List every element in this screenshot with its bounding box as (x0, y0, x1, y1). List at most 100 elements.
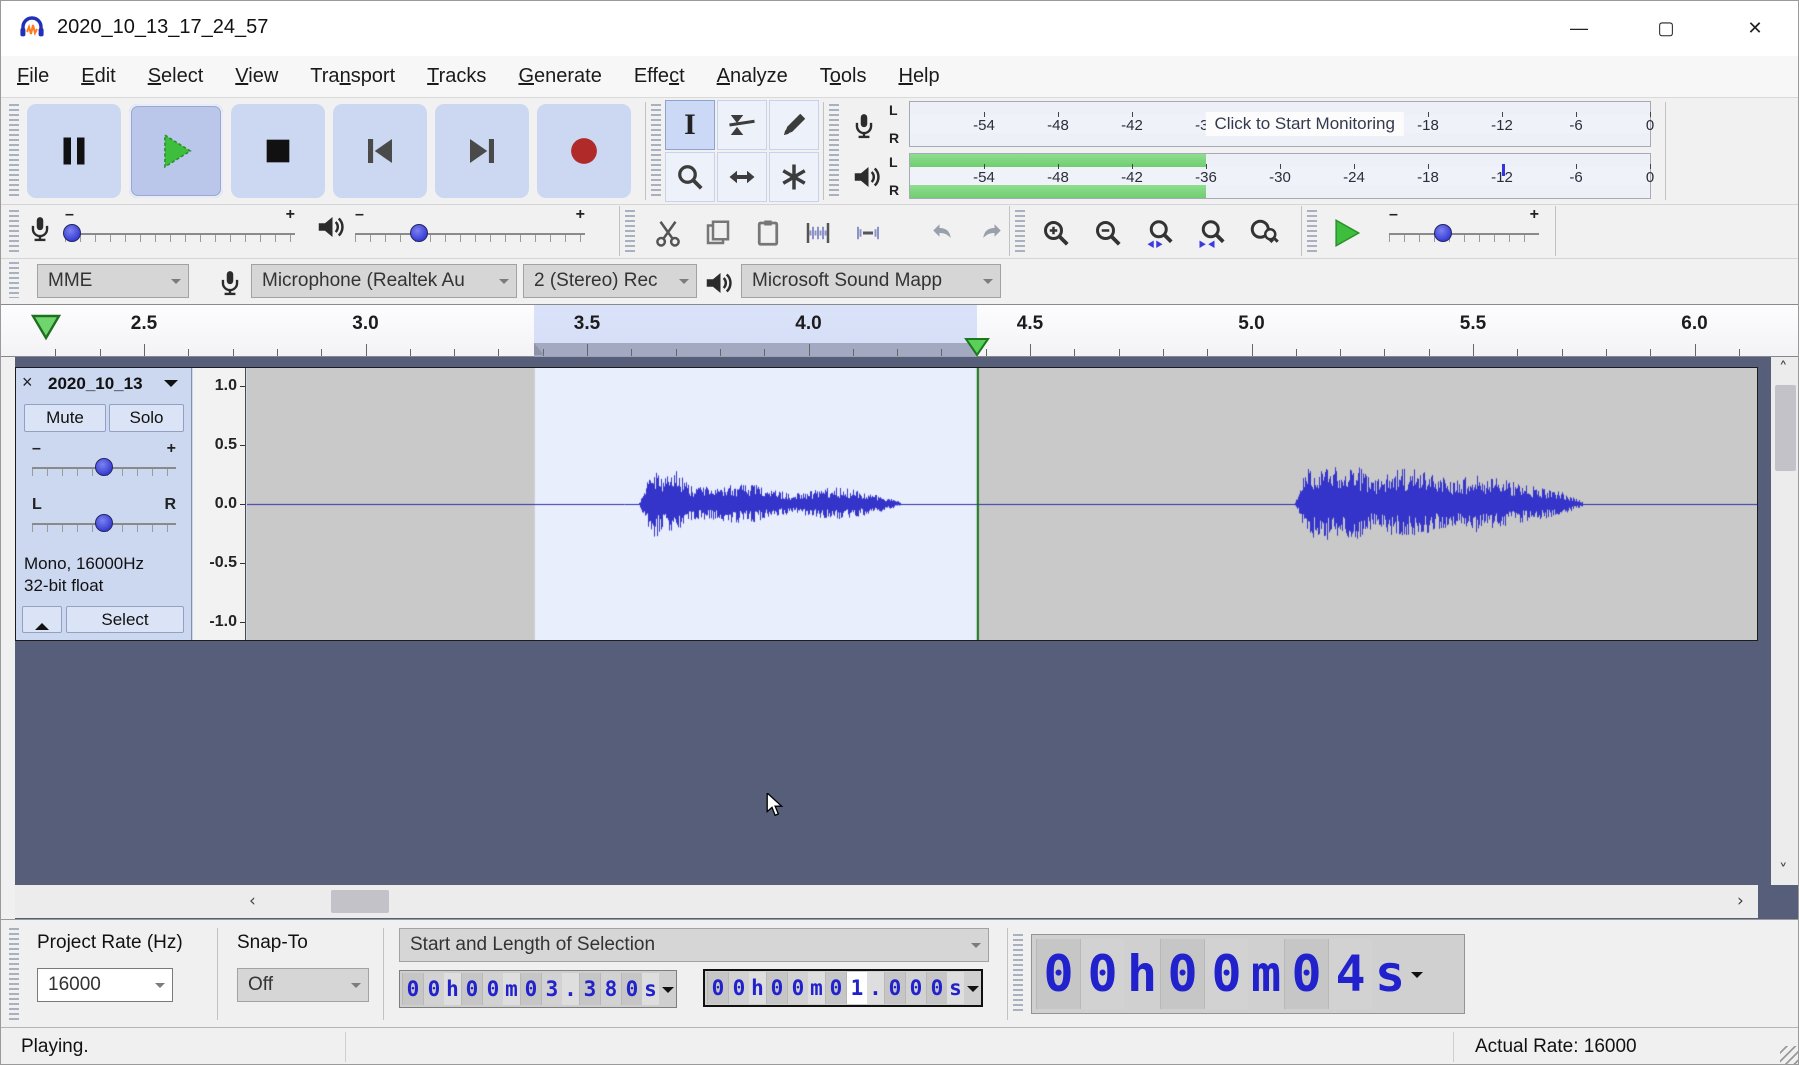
time-digit[interactable]: 0 (766, 972, 787, 1004)
scroll-right-icon[interactable]: › (1737, 891, 1744, 911)
time-digit[interactable]: 0 (884, 972, 905, 1004)
audio-position-display[interactable]: 00h00m04s (1031, 934, 1465, 1014)
audio-host-select[interactable]: MME (37, 264, 189, 298)
time-separator[interactable]: s (947, 972, 964, 1004)
record-button[interactable] (537, 104, 631, 198)
time-digit[interactable]: 0 (728, 972, 749, 1004)
trim-button[interactable] (795, 210, 841, 256)
menu-view[interactable]: View (219, 56, 294, 97)
play-at-speed-button[interactable] (1323, 210, 1369, 256)
multi-tool-button[interactable] (769, 152, 819, 202)
menu-help[interactable]: Help (882, 56, 955, 97)
maximize-button[interactable]: ▢ (1628, 1, 1704, 56)
track-gain-slider[interactable]: –+ (32, 454, 176, 480)
project-rate-select[interactable]: 16000 (37, 968, 173, 1002)
time-digit[interactable]: 0 (1284, 939, 1328, 1009)
toolbar-grip[interactable] (9, 104, 19, 196)
play-speed-slider-thumb[interactable] (1434, 224, 1452, 242)
time-digit[interactable]: 0 (926, 972, 947, 1004)
skip-start-button[interactable] (333, 104, 427, 198)
scroll-up-icon[interactable]: ˄ (1779, 359, 1788, 379)
time-separator[interactable]: s (1372, 939, 1408, 1009)
menu-tracks[interactable]: Tracks (411, 56, 502, 97)
recording-volume-slider[interactable]: –+ (65, 220, 295, 248)
timeshift-tool-button[interactable] (717, 152, 767, 202)
time-separator[interactable]: s (642, 973, 659, 1005)
time-digit[interactable]: 0 (520, 973, 541, 1005)
solo-button[interactable]: Solo (109, 404, 184, 432)
playback-meter[interactable]: LR-54-48-42-36-30-24-18-12-60 (837, 152, 1661, 202)
time-digit[interactable]: 1 (846, 972, 867, 1004)
time-separator[interactable]: m (1248, 939, 1284, 1009)
playback-device-select[interactable]: Microsoft Sound Mapp (741, 264, 1001, 298)
time-digit[interactable]: 0 (621, 973, 642, 1005)
time-digit[interactable]: 3 (579, 973, 600, 1005)
toolbar-grip[interactable] (9, 210, 19, 254)
menu-transport[interactable]: Transport (294, 56, 411, 97)
toolbar-grip[interactable] (9, 262, 19, 298)
time-digit[interactable]: 8 (600, 973, 621, 1005)
waveform-canvas[interactable] (247, 368, 1757, 640)
toolbar-grip[interactable] (1307, 210, 1317, 254)
menu-generate[interactable]: Generate (502, 56, 617, 97)
h-scroll-thumb[interactable] (331, 890, 389, 913)
time-separator[interactable]: . (562, 973, 579, 1005)
minimize-button[interactable]: — (1541, 1, 1617, 56)
time-digit[interactable]: 0 (905, 972, 926, 1004)
playback-volume-slider-thumb[interactable] (410, 224, 428, 242)
recording-volume-slider-thumb[interactable] (63, 224, 81, 242)
zoom-tool-button[interactable] (665, 152, 715, 202)
track-select-button[interactable]: Select (66, 606, 184, 633)
recording-channels-select[interactable]: 2 (Stereo) Rec (523, 264, 697, 298)
cut-button[interactable] (645, 210, 691, 256)
collapse-track-button[interactable] (22, 606, 62, 633)
timeline-pin-icon[interactable] (29, 313, 63, 346)
toolbar-grip[interactable] (651, 104, 661, 196)
menu-effect[interactable]: Effect (618, 56, 701, 97)
stop-button[interactable] (231, 104, 325, 198)
close-button[interactable]: ✕ (1717, 1, 1793, 56)
time-digit[interactable]: 0 (402, 973, 423, 1005)
selection-start-field[interactable]: 00h00m03.380s (399, 970, 677, 1008)
horizontal-scrollbar[interactable]: ‹› (15, 885, 1758, 918)
pause-button[interactable] (27, 104, 121, 198)
scroll-left-icon[interactable]: ‹ (249, 891, 256, 911)
monitor-prompt-text[interactable]: Click to Start Monitoring (1205, 112, 1403, 136)
toolbar-grip[interactable] (625, 210, 635, 254)
menu-tools[interactable]: Tools (804, 56, 883, 97)
time-digit[interactable]: 0 (707, 972, 728, 1004)
time-digit[interactable]: 0 (1160, 939, 1204, 1009)
time-digit[interactable]: 3 (541, 973, 562, 1005)
time-digit[interactable]: 0 (1036, 939, 1080, 1009)
gain-thumb[interactable] (95, 458, 113, 476)
playback-volume-slider[interactable]: –+ (355, 220, 585, 248)
snap-to-select[interactable]: Off (237, 968, 369, 1002)
playback-meter-bars[interactable]: -54-48-42-36-30-24-18-12-60 (909, 153, 1651, 199)
play-button[interactable] (129, 104, 223, 198)
time-digit[interactable]: 4 (1328, 939, 1372, 1009)
mute-button[interactable]: Mute (24, 404, 106, 432)
toolbar-grip[interactable] (1015, 210, 1025, 254)
time-digit[interactable]: 0 (1204, 939, 1248, 1009)
play-speed-slider[interactable]: –+ (1389, 220, 1539, 248)
zoom-toggle-button[interactable] (1241, 210, 1287, 256)
time-separator[interactable]: m (808, 972, 825, 1004)
zoom-fit-button[interactable] (1189, 210, 1235, 256)
track-menu-arrow-icon[interactable] (164, 380, 178, 394)
vertical-scrollbar[interactable]: ˄˅ (1771, 357, 1799, 885)
record-meter-bars[interactable]: -54-48-42-36-30-24-18-12-60Click to Star… (909, 101, 1651, 147)
time-digit[interactable]: 0 (423, 973, 444, 1005)
recording-device-select[interactable]: Microphone (Realtek Au (251, 264, 517, 298)
time-digit[interactable]: 0 (825, 972, 846, 1004)
timeline-ruler[interactable]: 2.53.03.54.04.55.05.56.0 (1, 305, 1799, 357)
time-separator[interactable]: h (749, 972, 766, 1004)
track-pan-slider[interactable]: LR (32, 510, 176, 536)
v-scroll-thumb[interactable] (1775, 385, 1796, 471)
resize-grip[interactable] (1780, 1046, 1798, 1064)
menu-file[interactable]: File (1, 56, 65, 97)
record-meter[interactable]: LR-54-48-42-36-30-24-18-12-60Click to St… (837, 100, 1661, 150)
zoom-sel-button[interactable] (1137, 210, 1183, 256)
copy-button[interactable] (695, 210, 741, 256)
field-dropdown-icon[interactable] (662, 987, 674, 999)
paste-button[interactable] (745, 210, 791, 256)
